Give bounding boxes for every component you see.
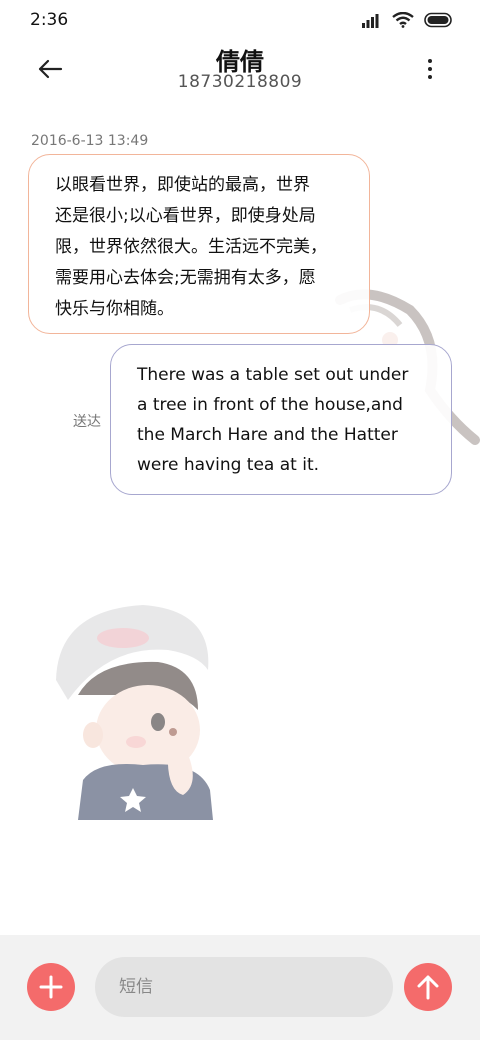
message-line: There was a table set out under [137,365,409,385]
more-vertical-icon-dot [428,75,432,79]
plus-icon [39,975,63,999]
cellular-signal-icon [362,14,379,28]
status-icons [362,10,454,30]
message-line: were having tea at it. [137,455,320,475]
more-vertical-icon [428,59,432,63]
status-time: 2:36 [30,10,69,30]
boy-wallpaper-illustration [56,605,213,820]
battery-icon [424,12,452,28]
message-line: 需要用心去体会;无需拥有太多，愿 [55,268,316,288]
message-input[interactable] [95,957,393,1017]
status-bar: 2:36 [0,0,480,40]
outgoing-message-bubble[interactable]: There was a table set out under a tree i… [110,344,452,495]
messaging-screen: 2:36 倩倩 18730218809 2016-6-13 13:49 以眼看世… [0,0,480,1040]
send-button[interactable] [404,963,452,1011]
delivery-status: 送达 [73,414,101,430]
incoming-message-bubble[interactable]: 以眼看世界，即使站的最高，世界 还是很小;以心看世界，即使身处局 限，世界依然很… [28,154,370,334]
message-line: the March Hare and the Hatter [137,425,398,445]
message-line: 限，世界依然很大。生活远不完美， [55,237,327,257]
add-attachment-button[interactable] [27,963,75,1011]
more-options-button[interactable] [416,54,444,84]
message-line: 快乐与你相随。 [55,299,174,319]
send-arrow-icon [417,975,439,1000]
more-vertical-icon-dot [428,67,432,71]
message-timestamp: 2016-6-13 13:49 [31,133,149,149]
contact-phone-number: 18730218809 [177,72,303,92]
message-line: a tree in front of the house,and [137,395,403,415]
wifi-icon [392,12,414,28]
message-line: 还是很小;以心看世界，即使身处局 [55,206,316,226]
message-line: 以眼看世界，即使站的最高，世界 [55,175,310,195]
